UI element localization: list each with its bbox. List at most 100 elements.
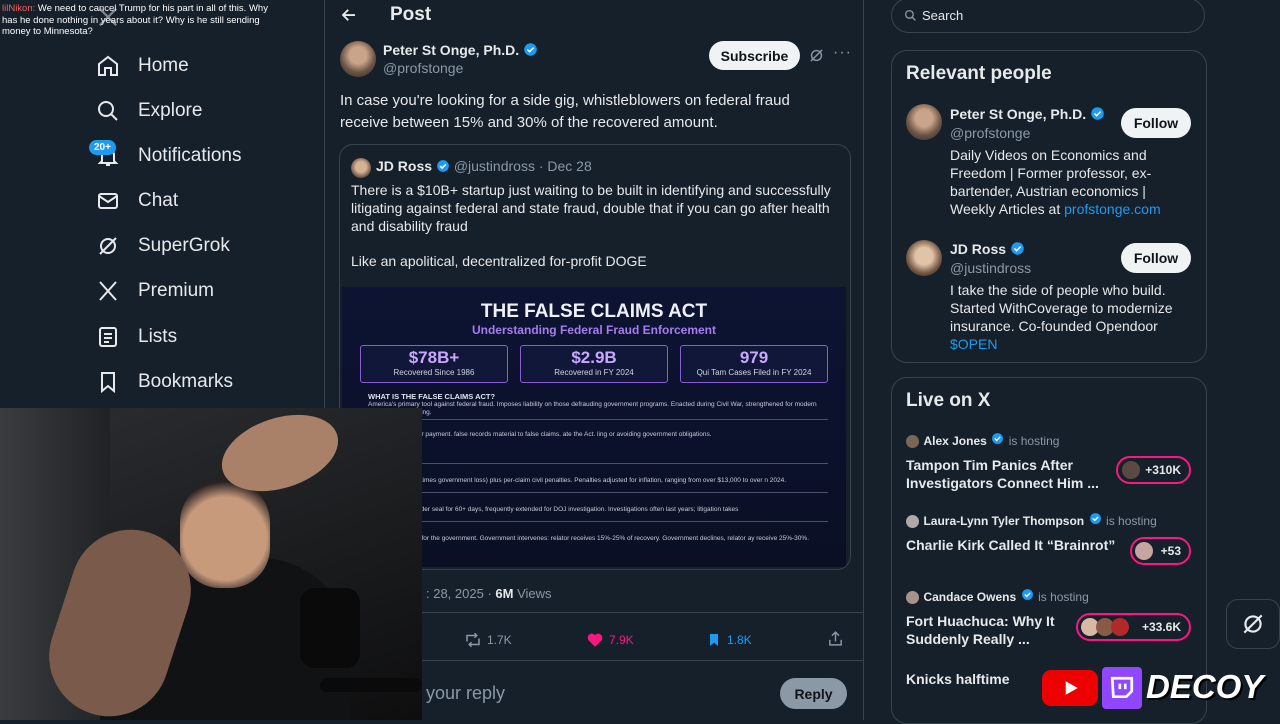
is-hosting-label: is hosting [1038, 590, 1089, 605]
nav-label: Lists [138, 326, 178, 347]
person-bio: I take the side of people who build. Sta… [950, 281, 1190, 353]
live-host-line[interactable]: Candace Owens is hosting [906, 588, 1089, 606]
stat-label: Qui Tam Cases Filed in FY 2024 [696, 368, 812, 377]
share-icon[interactable] [827, 630, 844, 647]
panel-title: Relevant people [906, 63, 1052, 84]
bookmark-count: 1.8K [727, 633, 752, 647]
person-handle: @justindross [950, 260, 1032, 276]
person-bio-link[interactable]: profstonge.com [1064, 201, 1161, 217]
search-icon [904, 9, 917, 22]
nav-chat[interactable]: Chat [96, 186, 178, 216]
quote-author-avatar [351, 158, 371, 178]
person-avatar[interactable] [906, 104, 942, 140]
stat-value: $2.9B [571, 348, 617, 367]
live-host-line[interactable]: Laura-Lynn Tyler Thompson is hosting [906, 512, 1157, 530]
chat-username: lilNikon: [2, 3, 36, 14]
nav-lists[interactable]: Lists [96, 322, 177, 352]
x-logo-icon[interactable] [97, 6, 119, 28]
follow-button[interactable]: Follow [1121, 243, 1191, 273]
quote-author-handle: @justindross [453, 158, 535, 174]
info-body: ting false claims for payment. false rec… [368, 431, 712, 438]
heart-icon [586, 631, 604, 649]
brand-name: DECOY [1146, 668, 1264, 705]
stat-box: $2.9B Recovered in FY 2024 [520, 345, 668, 383]
divider [368, 463, 828, 464]
info-body: n lengthy. Filed under seal for 60+ days… [368, 506, 739, 513]
live-host-line[interactable]: Alex Jones is hosting [906, 432, 1059, 450]
infographic-subtitle: Understanding Federal Fraud Enforcement [471, 323, 717, 337]
nav-explore[interactable]: Explore [96, 96, 202, 126]
webcam-person-head [180, 478, 270, 588]
host-name: Laura-Lynn Tyler Thompson [923, 514, 1085, 529]
live-listeners-pill[interactable]: +310K [1116, 456, 1191, 484]
live-title[interactable]: Tampon Tim Panics After Investigators Co… [906, 456, 1106, 492]
post-meta: : 28, 2025 · 6M Views [426, 586, 552, 601]
author-name[interactable]: Peter St Onge, Ph.D. [383, 42, 538, 60]
live-listeners-pill[interactable]: +33.6K [1076, 613, 1191, 641]
like-count: 7.9K [609, 633, 634, 647]
bookmark-icon [706, 631, 722, 649]
live-title[interactable]: Charlie Kirk Called It “Brainrot” [906, 536, 1116, 554]
nav-premium[interactable]: Premium [96, 276, 214, 306]
info-section: RECOVERY e damages (three times governme… [368, 469, 828, 485]
nav-label: Explore [138, 100, 203, 121]
nav-label: Bookmarks [138, 371, 234, 392]
person-handle: @profstonge [950, 125, 1031, 141]
nav-supergrok[interactable]: SuperGrok [96, 231, 230, 261]
post-text: In case you're looking for a side gig, w… [340, 92, 790, 131]
nav-bookmarks[interactable]: Bookmarks [96, 367, 233, 397]
info-heading: WHAT IS THE FALSE CLAIMS ACT? [368, 392, 496, 401]
bookmark-button[interactable]: 1.8K [706, 631, 752, 649]
bookmark-icon [96, 370, 120, 394]
search-bar[interactable]: Search [891, 0, 1205, 33]
subscribe-button[interactable]: Subscribe [709, 41, 800, 70]
listener-count: +53 [1160, 544, 1181, 558]
grok-icon [96, 234, 120, 258]
nav-notifications[interactable]: Notifications [96, 141, 242, 171]
verified-badge-icon [1021, 588, 1034, 606]
host-name: Alex Jones [923, 434, 987, 449]
webcam-overlay [0, 408, 422, 720]
person-avatar[interactable] [906, 240, 942, 276]
stat-box: $78B+ Recovered Since 1986 [360, 345, 508, 383]
info-heading: PROVISION [368, 527, 828, 535]
person-bio: Daily Videos on Economics and Freedom | … [950, 146, 1190, 218]
follow-button[interactable]: Follow [1121, 108, 1191, 138]
host-avatar [906, 434, 919, 448]
more-icon[interactable]: ··· [833, 44, 852, 62]
live-listeners-pill[interactable]: +53 [1130, 537, 1191, 565]
post-timestamp[interactable]: : 28, 2025 · [426, 586, 495, 601]
is-hosting-label: is hosting [1106, 514, 1157, 529]
stat-value: 979 [739, 348, 769, 367]
repost-button[interactable]: 1.7K [464, 631, 512, 649]
divider [368, 419, 828, 420]
grok-icon[interactable] [808, 47, 825, 64]
person-name[interactable]: JD Ross [950, 241, 1025, 259]
live-title[interactable]: Fort Huachuca: Why It Suddenly Really ..… [906, 612, 1076, 648]
grok-floating-button[interactable] [1226, 599, 1280, 649]
person-bio-link[interactable]: $OPEN [950, 336, 997, 352]
nav-home[interactable]: Home [96, 51, 189, 81]
live-title[interactable]: Knicks halftime [906, 670, 1009, 688]
x-logo-icon [96, 279, 120, 303]
repost-icon [464, 631, 482, 649]
back-arrow-icon[interactable] [340, 6, 358, 24]
reply-input[interactable]: your reply [426, 683, 505, 704]
listener-count: +310K [1145, 463, 1181, 477]
author-handle[interactable]: @profstonge [383, 60, 463, 76]
listener-avatar [1122, 461, 1140, 479]
author-avatar[interactable] [340, 41, 376, 77]
nav-label: Premium [138, 280, 215, 301]
person-name[interactable]: Peter St Onge, Ph.D. [950, 106, 1105, 124]
views-label: Views [513, 586, 552, 601]
nav-label: Home [138, 55, 189, 76]
repost-count: 1.7K [487, 633, 512, 647]
nav-label: SuperGrok [138, 235, 230, 256]
quote-text: There is a $10B+ startup just waiting to… [351, 182, 831, 234]
grok-icon [1240, 611, 1266, 637]
listener-count: +33.6K [1141, 620, 1181, 634]
reply-button[interactable]: Reply [780, 678, 847, 709]
stat-value: $78B+ [408, 348, 460, 367]
like-button[interactable]: 7.9K [586, 631, 634, 649]
search-placeholder: Search [922, 8, 964, 23]
